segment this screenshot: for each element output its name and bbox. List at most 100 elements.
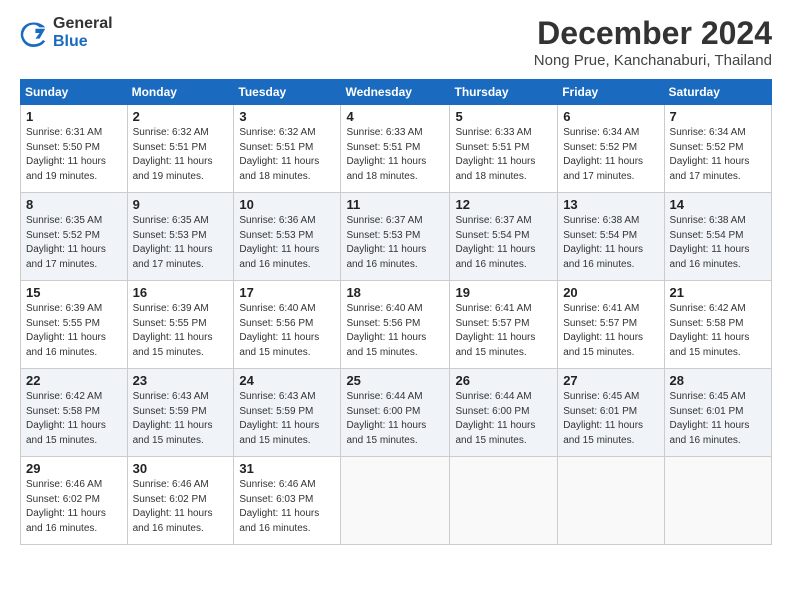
day-detail: Sunrise: 6:41 AMSunset: 5:57 PMDaylight:… bbox=[455, 303, 535, 358]
day-number: 6 bbox=[563, 109, 658, 124]
day-detail: Sunrise: 6:42 AMSunset: 5:58 PMDaylight:… bbox=[26, 391, 106, 446]
day-number: 30 bbox=[133, 461, 229, 476]
day-number: 26 bbox=[455, 373, 552, 388]
calendar-cell: 30 Sunrise: 6:46 AMSunset: 6:02 PMDaylig… bbox=[127, 457, 234, 545]
header-friday: Friday bbox=[558, 80, 664, 105]
day-detail: Sunrise: 6:34 AMSunset: 5:52 PMDaylight:… bbox=[670, 127, 750, 182]
calendar-cell bbox=[664, 457, 771, 545]
day-detail: Sunrise: 6:46 AMSunset: 6:03 PMDaylight:… bbox=[239, 479, 319, 534]
day-detail: Sunrise: 6:43 AMSunset: 5:59 PMDaylight:… bbox=[239, 391, 319, 446]
calendar-cell: 22 Sunrise: 6:42 AMSunset: 5:58 PMDaylig… bbox=[21, 369, 128, 457]
calendar-cell: 1 Sunrise: 6:31 AMSunset: 5:50 PMDayligh… bbox=[21, 105, 128, 193]
day-detail: Sunrise: 6:41 AMSunset: 5:57 PMDaylight:… bbox=[563, 303, 643, 358]
day-detail: Sunrise: 6:46 AMSunset: 6:02 PMDaylight:… bbox=[133, 479, 213, 534]
calendar-cell: 4 Sunrise: 6:33 AMSunset: 5:51 PMDayligh… bbox=[341, 105, 450, 193]
day-number: 3 bbox=[239, 109, 335, 124]
calendar-cell: 13 Sunrise: 6:38 AMSunset: 5:54 PMDaylig… bbox=[558, 193, 664, 281]
day-number: 17 bbox=[239, 285, 335, 300]
day-number: 7 bbox=[670, 109, 766, 124]
calendar-cell: 17 Sunrise: 6:40 AMSunset: 5:56 PMDaylig… bbox=[234, 281, 341, 369]
header-wednesday: Wednesday bbox=[341, 80, 450, 105]
calendar-cell: 9 Sunrise: 6:35 AMSunset: 5:53 PMDayligh… bbox=[127, 193, 234, 281]
logo: General Blue bbox=[20, 15, 113, 50]
day-detail: Sunrise: 6:37 AMSunset: 5:54 PMDaylight:… bbox=[455, 215, 535, 270]
day-detail: Sunrise: 6:33 AMSunset: 5:51 PMDaylight:… bbox=[455, 127, 535, 182]
calendar-cell: 3 Sunrise: 6:32 AMSunset: 5:51 PMDayligh… bbox=[234, 105, 341, 193]
location: Nong Prue, Kanchanaburi, Thailand bbox=[534, 52, 772, 69]
day-detail: Sunrise: 6:35 AMSunset: 5:53 PMDaylight:… bbox=[133, 215, 213, 270]
calendar-cell: 28 Sunrise: 6:45 AMSunset: 6:01 PMDaylig… bbox=[664, 369, 771, 457]
day-number: 1 bbox=[26, 109, 122, 124]
day-detail: Sunrise: 6:38 AMSunset: 5:54 PMDaylight:… bbox=[563, 215, 643, 270]
day-detail: Sunrise: 6:42 AMSunset: 5:58 PMDaylight:… bbox=[670, 303, 750, 358]
header-sunday: Sunday bbox=[21, 80, 128, 105]
calendar-cell: 23 Sunrise: 6:43 AMSunset: 5:59 PMDaylig… bbox=[127, 369, 234, 457]
logo-text: General Blue bbox=[53, 15, 113, 50]
day-number: 21 bbox=[670, 285, 766, 300]
day-detail: Sunrise: 6:39 AMSunset: 5:55 PMDaylight:… bbox=[26, 303, 106, 358]
day-detail: Sunrise: 6:33 AMSunset: 5:51 PMDaylight:… bbox=[346, 127, 426, 182]
calendar-cell: 21 Sunrise: 6:42 AMSunset: 5:58 PMDaylig… bbox=[664, 281, 771, 369]
day-number: 18 bbox=[346, 285, 444, 300]
logo-blue: Blue bbox=[53, 33, 113, 51]
calendar-header: Sunday Monday Tuesday Wednesday Thursday… bbox=[21, 80, 772, 105]
day-detail: Sunrise: 6:36 AMSunset: 5:53 PMDaylight:… bbox=[239, 215, 319, 270]
page: General Blue December 2024 Nong Prue, Ka… bbox=[0, 0, 792, 612]
month-title: December 2024 bbox=[534, 15, 772, 52]
day-detail: Sunrise: 6:39 AMSunset: 5:55 PMDaylight:… bbox=[133, 303, 213, 358]
day-detail: Sunrise: 6:44 AMSunset: 6:00 PMDaylight:… bbox=[455, 391, 535, 446]
calendar-cell: 31 Sunrise: 6:46 AMSunset: 6:03 PMDaylig… bbox=[234, 457, 341, 545]
day-number: 28 bbox=[670, 373, 766, 388]
calendar-body: 1 Sunrise: 6:31 AMSunset: 5:50 PMDayligh… bbox=[21, 105, 772, 545]
header-thursday: Thursday bbox=[450, 80, 558, 105]
day-number: 2 bbox=[133, 109, 229, 124]
calendar-cell: 10 Sunrise: 6:36 AMSunset: 5:53 PMDaylig… bbox=[234, 193, 341, 281]
calendar-cell: 18 Sunrise: 6:40 AMSunset: 5:56 PMDaylig… bbox=[341, 281, 450, 369]
calendar-cell: 29 Sunrise: 6:46 AMSunset: 6:02 PMDaylig… bbox=[21, 457, 128, 545]
calendar-cell: 6 Sunrise: 6:34 AMSunset: 5:52 PMDayligh… bbox=[558, 105, 664, 193]
calendar-cell bbox=[558, 457, 664, 545]
calendar-cell: 12 Sunrise: 6:37 AMSunset: 5:54 PMDaylig… bbox=[450, 193, 558, 281]
day-detail: Sunrise: 6:46 AMSunset: 6:02 PMDaylight:… bbox=[26, 479, 106, 534]
calendar-cell: 11 Sunrise: 6:37 AMSunset: 5:53 PMDaylig… bbox=[341, 193, 450, 281]
day-detail: Sunrise: 6:44 AMSunset: 6:00 PMDaylight:… bbox=[346, 391, 426, 446]
header-saturday: Saturday bbox=[664, 80, 771, 105]
day-number: 31 bbox=[239, 461, 335, 476]
calendar-table: Sunday Monday Tuesday Wednesday Thursday… bbox=[20, 79, 772, 545]
day-detail: Sunrise: 6:31 AMSunset: 5:50 PMDaylight:… bbox=[26, 127, 106, 182]
calendar-cell: 14 Sunrise: 6:38 AMSunset: 5:54 PMDaylig… bbox=[664, 193, 771, 281]
day-number: 9 bbox=[133, 197, 229, 212]
logo-general: General bbox=[53, 15, 113, 33]
logo-icon bbox=[20, 19, 48, 47]
day-detail: Sunrise: 6:45 AMSunset: 6:01 PMDaylight:… bbox=[563, 391, 643, 446]
day-detail: Sunrise: 6:37 AMSunset: 5:53 PMDaylight:… bbox=[346, 215, 426, 270]
calendar-cell bbox=[450, 457, 558, 545]
day-number: 16 bbox=[133, 285, 229, 300]
day-detail: Sunrise: 6:35 AMSunset: 5:52 PMDaylight:… bbox=[26, 215, 106, 270]
calendar-cell: 25 Sunrise: 6:44 AMSunset: 6:00 PMDaylig… bbox=[341, 369, 450, 457]
calendar-cell: 20 Sunrise: 6:41 AMSunset: 5:57 PMDaylig… bbox=[558, 281, 664, 369]
calendar-cell: 7 Sunrise: 6:34 AMSunset: 5:52 PMDayligh… bbox=[664, 105, 771, 193]
header: General Blue December 2024 Nong Prue, Ka… bbox=[20, 15, 772, 69]
calendar-cell: 19 Sunrise: 6:41 AMSunset: 5:57 PMDaylig… bbox=[450, 281, 558, 369]
day-detail: Sunrise: 6:32 AMSunset: 5:51 PMDaylight:… bbox=[239, 127, 319, 182]
day-number: 14 bbox=[670, 197, 766, 212]
calendar-cell bbox=[341, 457, 450, 545]
day-number: 4 bbox=[346, 109, 444, 124]
calendar-cell: 8 Sunrise: 6:35 AMSunset: 5:52 PMDayligh… bbox=[21, 193, 128, 281]
day-detail: Sunrise: 6:38 AMSunset: 5:54 PMDaylight:… bbox=[670, 215, 750, 270]
day-number: 27 bbox=[563, 373, 658, 388]
day-detail: Sunrise: 6:40 AMSunset: 5:56 PMDaylight:… bbox=[346, 303, 426, 358]
day-detail: Sunrise: 6:45 AMSunset: 6:01 PMDaylight:… bbox=[670, 391, 750, 446]
day-number: 10 bbox=[239, 197, 335, 212]
day-number: 8 bbox=[26, 197, 122, 212]
header-monday: Monday bbox=[127, 80, 234, 105]
day-number: 24 bbox=[239, 373, 335, 388]
day-number: 11 bbox=[346, 197, 444, 212]
calendar-cell: 5 Sunrise: 6:33 AMSunset: 5:51 PMDayligh… bbox=[450, 105, 558, 193]
title-block: December 2024 Nong Prue, Kanchanaburi, T… bbox=[534, 15, 772, 69]
day-number: 5 bbox=[455, 109, 552, 124]
day-number: 20 bbox=[563, 285, 658, 300]
day-number: 25 bbox=[346, 373, 444, 388]
day-number: 19 bbox=[455, 285, 552, 300]
